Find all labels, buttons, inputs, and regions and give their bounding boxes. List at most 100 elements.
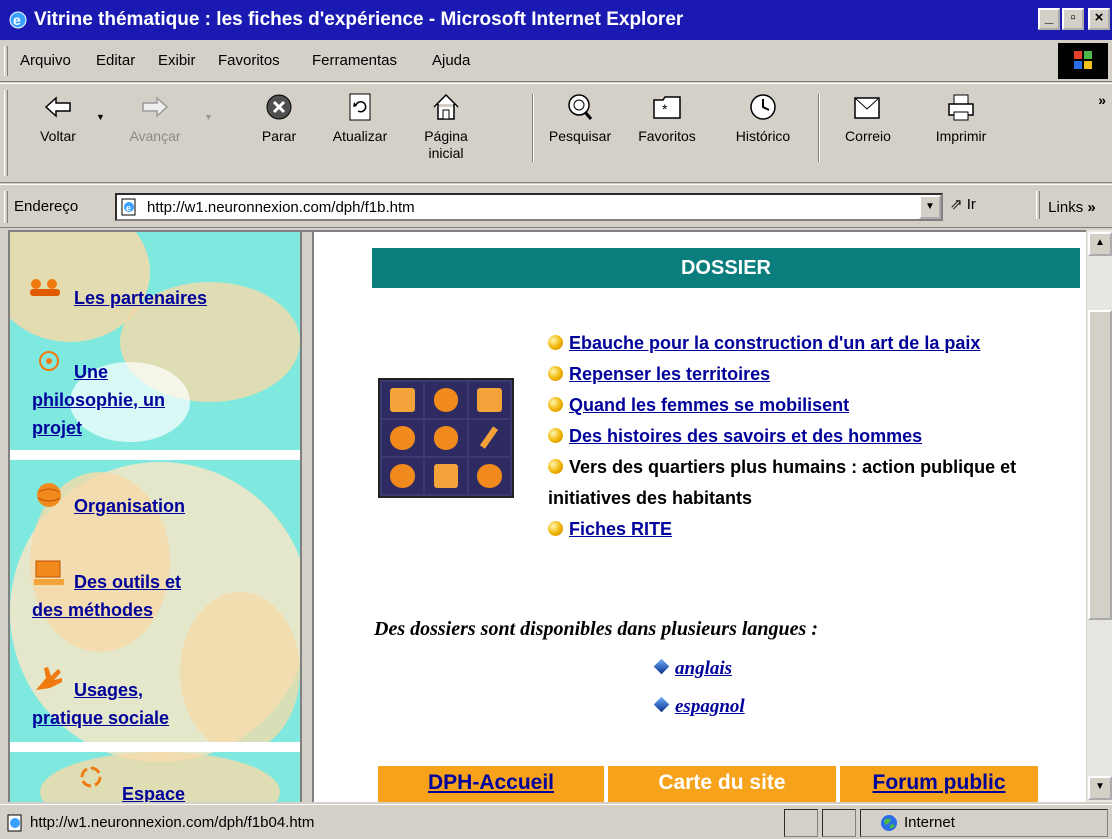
address-grip[interactable] [4, 191, 8, 223]
favorites-button[interactable]: * Favoritos [622, 88, 712, 145]
language-item: espagnol [653, 696, 745, 718]
forward-dropdown-icon[interactable]: ▼ [204, 112, 213, 122]
scroll-up-button[interactable]: ▲ [1088, 232, 1112, 256]
list-item: Vers des quartiers plus humains : action… [540, 452, 1060, 514]
sidebar-item-philosophie[interactable]: Une philosophie, un projet [32, 358, 165, 442]
scroll-down-button[interactable]: ▼ [1088, 776, 1112, 800]
mail-button[interactable]: Correio [826, 88, 910, 145]
stop-button[interactable]: Parar [244, 88, 314, 145]
go-button[interactable]: ⇗ Ir [950, 195, 976, 213]
page-icon: e [121, 198, 136, 216]
links-more-chevron: » [1087, 198, 1096, 216]
search-label: Pesquisar [548, 128, 612, 144]
illustration-tile [468, 458, 510, 494]
print-button[interactable]: Imprimir [916, 88, 1006, 145]
favorites-label: Favoritos [638, 128, 696, 144]
bullet-icon [548, 366, 563, 381]
refresh-icon [349, 93, 371, 121]
address-label: Endereço [14, 198, 79, 215]
illustration-tile [382, 382, 424, 418]
sidebar-item-organisation[interactable]: Organisation [74, 492, 185, 520]
sidebar-item-partenaires[interactable]: Les partenaires [74, 284, 207, 312]
status-bar: http://w1.neuronnexion.com/dph/f1b04.htm… [0, 804, 1112, 839]
sidebar-item-usages[interactable]: Usages, pratique sociale [32, 676, 169, 732]
espace-icon [80, 766, 102, 788]
maximize-button[interactable]: ▫ [1062, 8, 1084, 30]
nav-link-forum-public[interactable]: Forum public [840, 766, 1038, 802]
home-icon [433, 93, 459, 120]
close-button[interactable]: × [1088, 8, 1110, 30]
list-item: Fiches RITE [540, 514, 1060, 545]
dossier-link-savoirs[interactable]: Des histoires des savoirs et des hommes [569, 426, 922, 446]
menu-grip[interactable] [4, 46, 8, 76]
toolbar-grip[interactable] [4, 90, 8, 176]
sidebar-divider [10, 742, 300, 752]
bullet-icon [548, 335, 563, 350]
forward-button[interactable]: Avançar [110, 88, 200, 145]
status-text: http://w1.neuronnexion.com/dph/f1b04.htm [30, 814, 315, 831]
menu-arquivo[interactable]: Arquivo [20, 52, 71, 69]
minimize-button[interactable]: _ [1038, 8, 1060, 30]
bullet-icon [548, 397, 563, 412]
printer-icon [948, 94, 974, 121]
dossier-current-quartiers: Vers des quartiers plus humains : action… [548, 457, 1017, 508]
toolbar-more-chevron[interactable]: » [1098, 92, 1106, 108]
back-arrow-icon [44, 96, 71, 118]
sidebar-divider [10, 450, 300, 460]
menu-exibir[interactable]: Exibir [158, 52, 196, 69]
organisation-globe-icon [37, 483, 61, 507]
links-label: Links [1048, 198, 1084, 216]
toolbar-separator [818, 94, 820, 162]
list-item: Repenser les territoires [540, 359, 1060, 390]
address-input[interactable]: e http://w1.neuronnexion.com/dph/f1b.htm… [115, 193, 943, 221]
print-label: Imprimir [935, 128, 987, 144]
dossier-link-femmes[interactable]: Quand les femmes se mobilisent [569, 395, 849, 415]
frame-splitter[interactable] [300, 232, 314, 802]
menu-ajuda[interactable]: Ajuda [432, 52, 470, 69]
favorites-folder-icon: * [653, 96, 681, 119]
back-dropdown-icon[interactable]: ▼ [96, 112, 105, 122]
illustration-tile [425, 382, 467, 418]
home-button[interactable]: Página inicial [408, 88, 484, 162]
history-icon [750, 94, 776, 120]
svg-text:e: e [13, 12, 21, 28]
dossier-link-fiches-rite[interactable]: Fiches RITE [569, 519, 672, 539]
sidebar-item-espace[interactable]: Espace [122, 780, 185, 802]
scroll-thumb[interactable] [1088, 310, 1112, 620]
history-button[interactable]: Histórico [718, 88, 808, 145]
menu-ferramentas[interactable]: Ferramentas [312, 52, 397, 69]
language-item: anglais [653, 658, 732, 680]
bullet-icon [548, 459, 563, 474]
list-item: Quand les femmes se mobilisent [540, 390, 1060, 421]
menu-editar[interactable]: Editar [96, 52, 135, 69]
vertical-scrollbar[interactable]: ▲ ▼ [1086, 230, 1112, 802]
diamond-bullet-icon [653, 658, 670, 675]
menu-bar: Arquivo Editar Exibir Favoritos Ferramen… [0, 40, 1112, 82]
illustration-tile [382, 458, 424, 494]
forward-arrow-icon [142, 96, 169, 118]
standard-toolbar: Voltar ▼ Avançar ▼ Parar Atualizar Págin… [0, 83, 1112, 183]
links-button[interactable]: Links » [1036, 191, 1096, 219]
dossier-link-territoires[interactable]: Repenser les territoires [569, 364, 770, 384]
list-item: Ebauche pour la construction d'un art de… [540, 328, 1060, 359]
svg-text:*: * [662, 101, 668, 117]
illustration-tile [468, 382, 510, 418]
partners-icon [30, 279, 60, 296]
dossier-list: Ebauche pour la construction d'un art de… [540, 328, 1060, 545]
dossier-illustration [378, 378, 514, 498]
nav-item-carte-du-site[interactable]: Carte du site [608, 766, 836, 802]
nav-link-dph-accueil[interactable]: DPH-Accueil [378, 766, 604, 802]
windows-logo-icon [1058, 43, 1108, 79]
title-bar: e Vitrine thématique : les fiches d'expé… [0, 0, 1112, 40]
address-dropdown-button[interactable]: ▼ [919, 195, 941, 219]
status-cell [784, 809, 818, 837]
sidebar-item-outils[interactable]: Des outils et des méthodes [32, 568, 181, 624]
language-link-espagnol[interactable]: espagnol [675, 696, 745, 717]
dossier-link-art-de-la-paix[interactable]: Ebauche pour la construction d'un art de… [569, 333, 980, 353]
menu-favoritos[interactable]: Favoritos [218, 52, 280, 69]
language-link-anglais[interactable]: anglais [675, 658, 732, 679]
back-button[interactable]: Voltar [20, 88, 96, 145]
search-button[interactable]: Pesquisar [540, 88, 620, 145]
go-arrow-icon: ⇗ [950, 196, 963, 213]
refresh-button[interactable]: Atualizar [318, 88, 402, 145]
